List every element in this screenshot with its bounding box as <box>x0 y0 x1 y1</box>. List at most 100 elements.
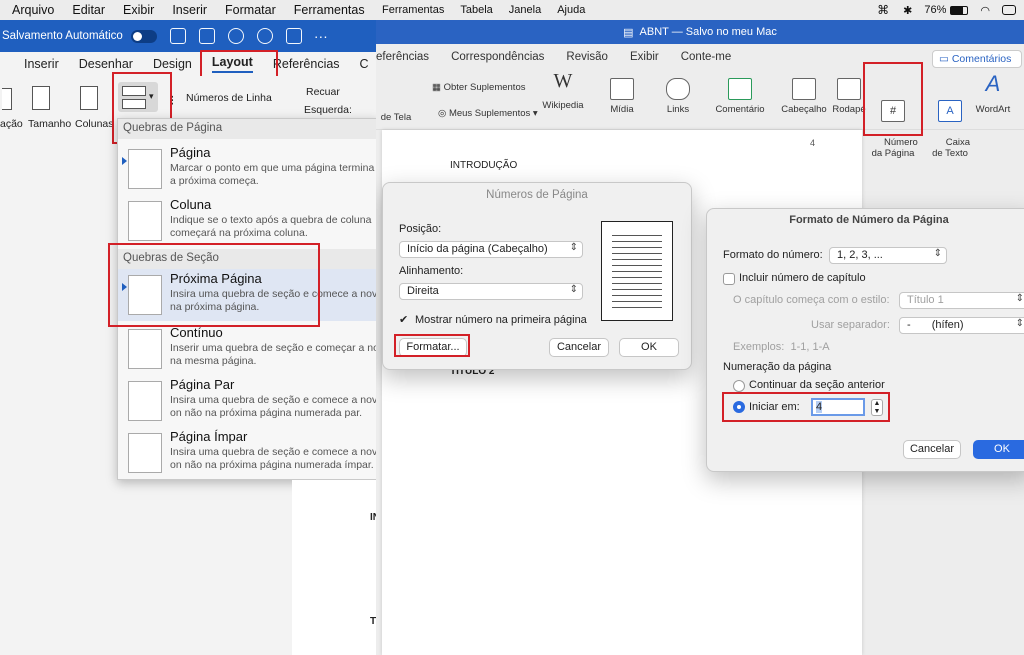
menu-ajuda[interactable]: Ajuda <box>557 4 585 16</box>
tamanho-label[interactable]: Tamanho <box>28 118 71 130</box>
ok-button[interactable]: OK <box>973 440 1024 459</box>
formatar-button[interactable]: Formatar... <box>399 338 467 357</box>
tab-exibir[interactable]: Exibir <box>630 51 659 63</box>
numero-pagina-button[interactable]: # Número da Página <box>868 78 918 170</box>
posicao-select[interactable]: Início da página (Cabeçalho) <box>399 241 583 258</box>
tab-correspondencias[interactable]: Correspondências <box>451 51 544 63</box>
comentario-button[interactable]: Comentário <box>712 78 768 115</box>
even-page-break-icon <box>128 381 162 421</box>
menu-arquivo[interactable]: Arquivo <box>12 3 54 17</box>
margins-icon[interactable] <box>2 88 12 110</box>
save-icon[interactable] <box>198 28 215 44</box>
midia-button[interactable]: Mídia <box>600 78 644 115</box>
iniciar-stepper[interactable]: ▲ ▼ <box>871 399 883 416</box>
menu-ferramentas[interactable]: Ferramentas <box>294 3 365 17</box>
control-center-icon[interactable] <box>1002 5 1016 15</box>
left-word-window: Arquivo Editar Exibir Inserir Formatar F… <box>0 0 376 655</box>
recuar-label: Recuar <box>306 86 340 98</box>
columns-icon[interactable] <box>80 86 98 110</box>
dialog-title: Formato de Número da Página <box>789 214 949 226</box>
colunas-label[interactable]: Colunas <box>75 118 114 130</box>
links-button[interactable]: Links <box>656 78 700 115</box>
break-item-coluna[interactable]: Coluna Indique se o texto após a quebra … <box>118 195 376 247</box>
tab-conte-me[interactable]: Conte-me <box>681 51 732 63</box>
menu-inserir[interactable]: Inserir <box>172 3 207 17</box>
tab-desenhar[interactable]: Desenhar <box>79 57 133 71</box>
break-item-pagina-impar[interactable]: Página Ímpar Insira uma quebra de seção … <box>118 427 376 479</box>
undo-icon[interactable] <box>227 28 244 44</box>
home-icon[interactable] <box>169 28 186 44</box>
alinhamento-label: Alinhamento: <box>399 265 464 277</box>
tab-referencias[interactable]: Referências <box>273 57 340 71</box>
wikipedia-button[interactable]: W Wikipedia <box>536 71 590 111</box>
wikipedia-label: Wikipedia <box>542 100 584 111</box>
menu-ferramentas[interactable]: Ferramentas <box>382 4 444 16</box>
obter-suplementos-button[interactable]: ▦ Obter Suplementos <box>432 82 525 93</box>
bluetooth-icon[interactable]: ✱ <box>903 4 912 17</box>
tab-referencias[interactable]: eferências <box>376 51 429 63</box>
continuous-break-icon <box>128 329 162 369</box>
ok-button[interactable]: OK <box>619 338 679 357</box>
preview-lines <box>612 230 662 312</box>
de-tela-label[interactable]: de Tela <box>376 112 416 123</box>
break-item-proxima-pagina[interactable]: Próxima Página Insira uma quebra de seçã… <box>118 269 376 321</box>
menu-exibir[interactable]: Exibir <box>123 3 154 17</box>
break-title: Próxima Página <box>170 271 262 286</box>
menu-tabela[interactable]: Tabela <box>460 4 492 16</box>
comments-label: Comentários <box>951 53 1012 65</box>
comments-button[interactable]: ▭ Comentários <box>932 50 1022 68</box>
break-item-pagina[interactable]: Página Marcar o ponto em que uma página … <box>118 143 376 195</box>
incluir-capitulo-checkbox[interactable] <box>723 273 735 285</box>
numeros-linha-button[interactable]: Números de Linha <box>186 92 272 104</box>
tab-inserir[interactable]: Inserir <box>24 57 59 71</box>
break-desc: Marcar o ponto em que uma página termina… <box>170 162 375 187</box>
menu-formatar[interactable]: Formatar <box>225 3 276 17</box>
cancelar-button[interactable]: Cancelar <box>549 338 609 357</box>
menu-editar[interactable]: Editar <box>72 3 105 17</box>
iniciar-input[interactable]: 4 <box>811 398 865 416</box>
rodape-label: Rodapé <box>832 104 866 115</box>
break-item-pagina-par[interactable]: Página Par Insira uma quebra de seção e … <box>118 375 376 427</box>
page-preview <box>601 221 673 321</box>
obter-label: Obter Suplementos <box>443 82 526 93</box>
cancelar-button[interactable]: Cancelar <box>903 440 961 459</box>
separador-dash: - <box>907 319 911 331</box>
wordart-button[interactable]: A WordArt <box>972 73 1014 116</box>
menu-janela[interactable]: Janela <box>509 4 541 16</box>
autosave-toggle[interactable] <box>130 29 157 43</box>
wordart-label: WordArt <box>975 104 1011 115</box>
cabecalho-button[interactable]: Cabeçalho <box>778 78 830 115</box>
battery-icon[interactable] <box>950 5 969 15</box>
wifi-icon[interactable]: ◠ <box>980 4 990 17</box>
print-icon[interactable] <box>285 28 302 44</box>
tab-layout[interactable]: Layout <box>211 55 253 73</box>
size-icon[interactable] <box>32 86 50 110</box>
continuar-radio[interactable] <box>733 380 745 392</box>
iniciar-radio[interactable] <box>733 401 745 413</box>
caixa-texto-button[interactable]: A Caixa de Texto <box>928 78 972 170</box>
capitulo-estilo-select[interactable]: Título 1 <box>899 292 1024 309</box>
breaks-button[interactable]: ▾ <box>118 82 158 112</box>
page-break-top-icon <box>122 86 146 96</box>
meus-suplementos-button[interactable]: ◎ Meus Suplementos ▾ <box>438 108 538 119</box>
break-item-continuo[interactable]: Contínuo Inserir uma quebra de seção e c… <box>118 323 376 375</box>
line-numbers-icon[interactable]: ⁝ <box>170 92 174 109</box>
numeros-pagina-dialog: Números de Página Posição: Início da pág… <box>382 182 692 370</box>
checkmark-icon[interactable]: ✔ <box>399 313 408 326</box>
script-icon[interactable]: ⌘ <box>877 3 889 17</box>
redo-icon[interactable] <box>256 28 273 44</box>
more-icon[interactable]: ··· <box>314 28 328 44</box>
autosave-label: Salvamento Automático <box>2 30 123 42</box>
formato-select[interactable]: 1, 2, 3, ... <box>829 247 947 264</box>
tab-c[interactable]: C <box>360 57 369 71</box>
break-desc: Insira uma quebra de seção e comece a no… <box>170 288 376 313</box>
tab-design[interactable]: Design <box>153 57 192 71</box>
iniciar-value: 4 <box>816 401 823 413</box>
tab-revisao[interactable]: Revisão <box>566 51 608 63</box>
alinhamento-select[interactable]: Direita <box>399 283 583 300</box>
break-title: Página <box>170 145 211 160</box>
right-ribbon: de Tela ▦ Obter Suplementos ◎ Meus Suple… <box>376 70 1024 159</box>
odd-page-break-icon <box>128 433 162 473</box>
rodape-button[interactable]: Rodapé <box>830 78 868 115</box>
separador-select[interactable]: - (hífen) <box>899 317 1024 334</box>
